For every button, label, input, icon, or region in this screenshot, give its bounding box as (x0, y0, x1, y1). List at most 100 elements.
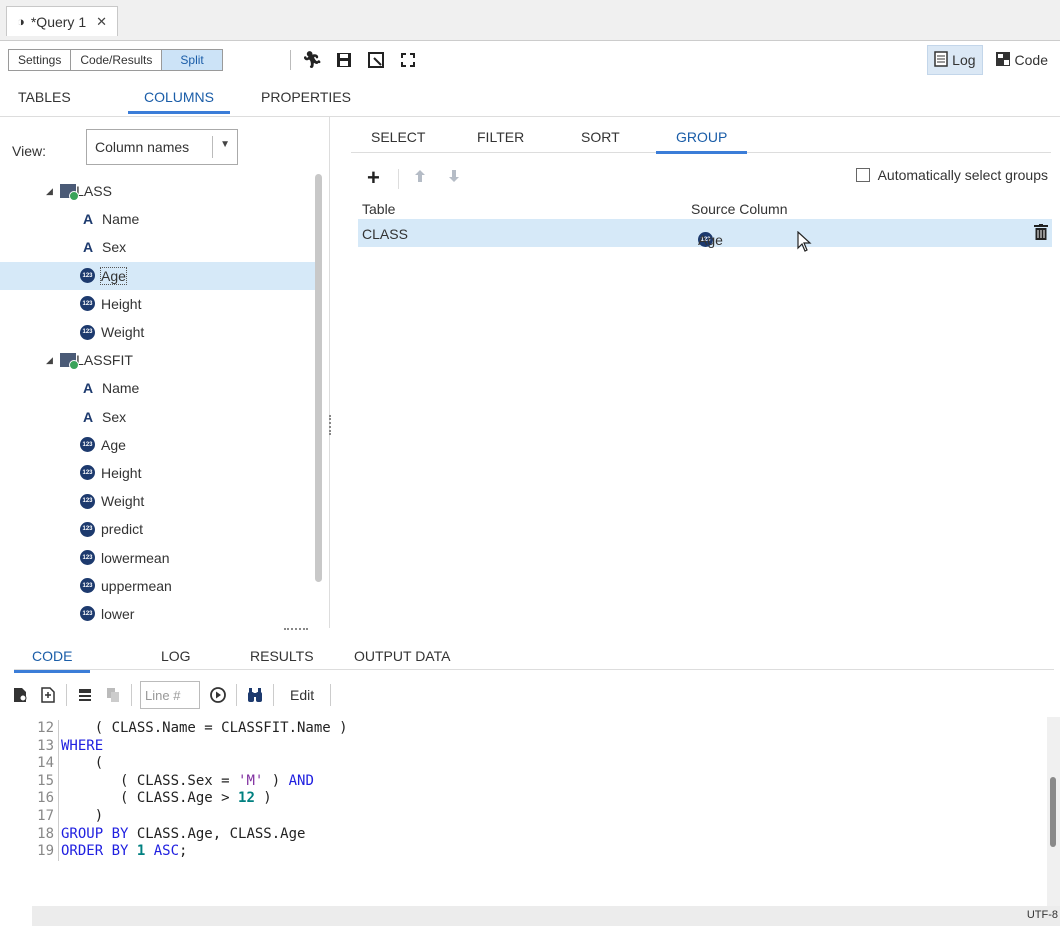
table-row[interactable]: CLASS 123 Age (358, 219, 1052, 248)
line-number: 17 (37, 807, 54, 824)
tree-item-label: Name (102, 380, 140, 397)
query-tab-title: *Query 1 (30, 13, 87, 30)
auto-groups-checkbox[interactable] (855, 168, 870, 182)
tab-select[interactable]: SELECT (371, 129, 425, 151)
toolbar-separator (66, 684, 67, 706)
format-icon[interactable] (75, 685, 95, 705)
tree-column-sex[interactable]: A Sex (0, 403, 316, 431)
query-builder-pane: SELECT FILTER SORT GROUP + Automatically… (331, 117, 1060, 628)
run-icon[interactable]: 🏃︎ (301, 49, 323, 71)
tree-column-weight[interactable]: 123 Weight (0, 487, 316, 515)
code-token: ) (61, 807, 104, 824)
tree-item-label: uppermean (101, 577, 172, 594)
tab-filter[interactable]: FILTER (477, 129, 524, 151)
character-icon: A (82, 380, 94, 397)
tree-column-uppermean[interactable]: 123 uppermean (0, 572, 316, 600)
code-token: ASC (153, 843, 180, 860)
view-select-divider (212, 136, 213, 158)
expand-icon[interactable]: ◢ (46, 355, 53, 366)
tree-column-name[interactable]: A Name (0, 374, 316, 402)
gutter-line (58, 825, 59, 844)
tab-sort[interactable]: SORT (581, 129, 620, 151)
tree-column-predict[interactable]: 123 predict (0, 515, 316, 543)
tree-column-name[interactable]: A Name (0, 205, 316, 233)
horizontal-splitter[interactable] (284, 628, 308, 630)
tab-results[interactable]: RESULTS (250, 648, 314, 670)
move-down-icon[interactable] (449, 170, 459, 185)
log-label: Log (952, 52, 976, 68)
maximize-icon[interactable] (397, 49, 419, 71)
code-scrollbar[interactable] (1047, 717, 1060, 907)
code-line: 17 ) (32, 807, 1050, 826)
expand-icon[interactable]: ◢ (46, 186, 53, 197)
tab-log[interactable]: LOG (161, 648, 191, 670)
tree-table-class[interactable]: ◢ CLASS (0, 177, 316, 205)
view-select[interactable]: Column names ▼ (86, 129, 238, 165)
tree-column-height[interactable]: 123 Height (0, 290, 316, 318)
tree-item-label: Sex (102, 239, 127, 256)
copy-icon[interactable] (103, 685, 123, 705)
settings-button[interactable]: Settings (9, 50, 72, 70)
code-line: 16 ( CLASS.Age > 12 ) (32, 790, 1050, 808)
tab-code[interactable]: CODE (14, 648, 91, 673)
tree-column-weight[interactable]: 123 Weight (0, 318, 316, 346)
code-label: Code (1014, 52, 1048, 68)
tree-item-label: lower (101, 605, 135, 622)
tree-column-sex[interactable]: A Sex (0, 233, 316, 261)
tab-tables[interactable]: TABLES (18, 89, 71, 111)
tab-properties[interactable]: PROPERTIES (261, 89, 351, 111)
code-button[interactable]: Code (989, 45, 1054, 75)
tab-columns[interactable]: COLUMNS (128, 89, 231, 114)
code-editor[interactable]: 12 ( CLASS.Name = CLASSFIT.Name ) 13 WHERE… (32, 720, 1050, 900)
tab-output-data[interactable]: OUTPUT DATA (354, 648, 450, 670)
edit-button[interactable]: Edit (282, 687, 322, 703)
status-bar: UTF-8 (32, 906, 1060, 926)
add-icon[interactable]: + (367, 165, 380, 191)
line-number-input[interactable]: Line # (140, 681, 200, 709)
line-number: 12 (37, 720, 54, 736)
line-number: 18 (37, 825, 54, 842)
save-icon[interactable] (333, 49, 355, 71)
code-results-button[interactable]: Code/Results (71, 50, 163, 70)
auto-select-groups[interactable]: Automatically select groups (855, 167, 1048, 183)
go-to-line-icon[interactable] (208, 685, 228, 705)
tree-item-label: lowermean (101, 549, 170, 566)
encoding-label: UTF-8 (1026, 909, 1058, 921)
code-token: ( (61, 755, 104, 772)
new-file-icon[interactable] (38, 685, 58, 705)
move-up-icon[interactable] (415, 170, 425, 185)
trash-icon[interactable] (1034, 224, 1048, 244)
tree-column-age[interactable]: 123 Age (0, 261, 316, 290)
log-button[interactable]: Log (927, 45, 983, 75)
split-button[interactable]: Split (162, 50, 222, 70)
open-file-icon[interactable] (10, 685, 30, 705)
tree-table-classfit[interactable]: ◢ CLASSFIT (0, 346, 316, 374)
query-tab[interactable]: ◑ *Query 1 ✕ (6, 6, 119, 36)
save-as-icon[interactable] (365, 49, 387, 71)
code-token: GROUP BY (61, 825, 129, 842)
code-line: 15 ( CLASS.Sex = 'M' ) AND (32, 772, 1050, 791)
code-scrollbar-thumb[interactable] (1050, 777, 1056, 847)
numeric-icon: 123 (80, 437, 95, 453)
code-toolbar: Line # Edit (10, 680, 332, 710)
code-line: 13 WHERE (32, 737, 1050, 756)
find-icon[interactable] (245, 685, 265, 705)
gutter-line (58, 807, 59, 826)
code-token: AND (288, 772, 314, 789)
tree-scrollbar[interactable] (315, 174, 322, 582)
code-token: ( CLASS.Sex = (61, 772, 239, 789)
gutter-line (58, 737, 59, 756)
tree-column-height[interactable]: 123 Height (0, 459, 316, 487)
close-icon[interactable]: ✕ (96, 14, 107, 30)
tree-column-lower[interactable]: 123 lower (0, 600, 316, 628)
tree-column-age[interactable]: 123 Age (0, 431, 316, 459)
code-token: ( CLASS.Age > (61, 790, 239, 807)
tree-column-lowermean[interactable]: 123 lowermean (0, 543, 316, 571)
code-token: ORDER BY (61, 843, 129, 860)
code-token: WHERE (61, 737, 104, 754)
tab-group[interactable]: GROUP (656, 129, 748, 154)
layout-segmented-control: Settings Code/Results Split (8, 49, 223, 71)
column-tree: ◢ CLASS A Name A Sex 123 Age 123 Height 123 Weight ◢… (0, 177, 316, 628)
gutter-line (58, 843, 59, 861)
